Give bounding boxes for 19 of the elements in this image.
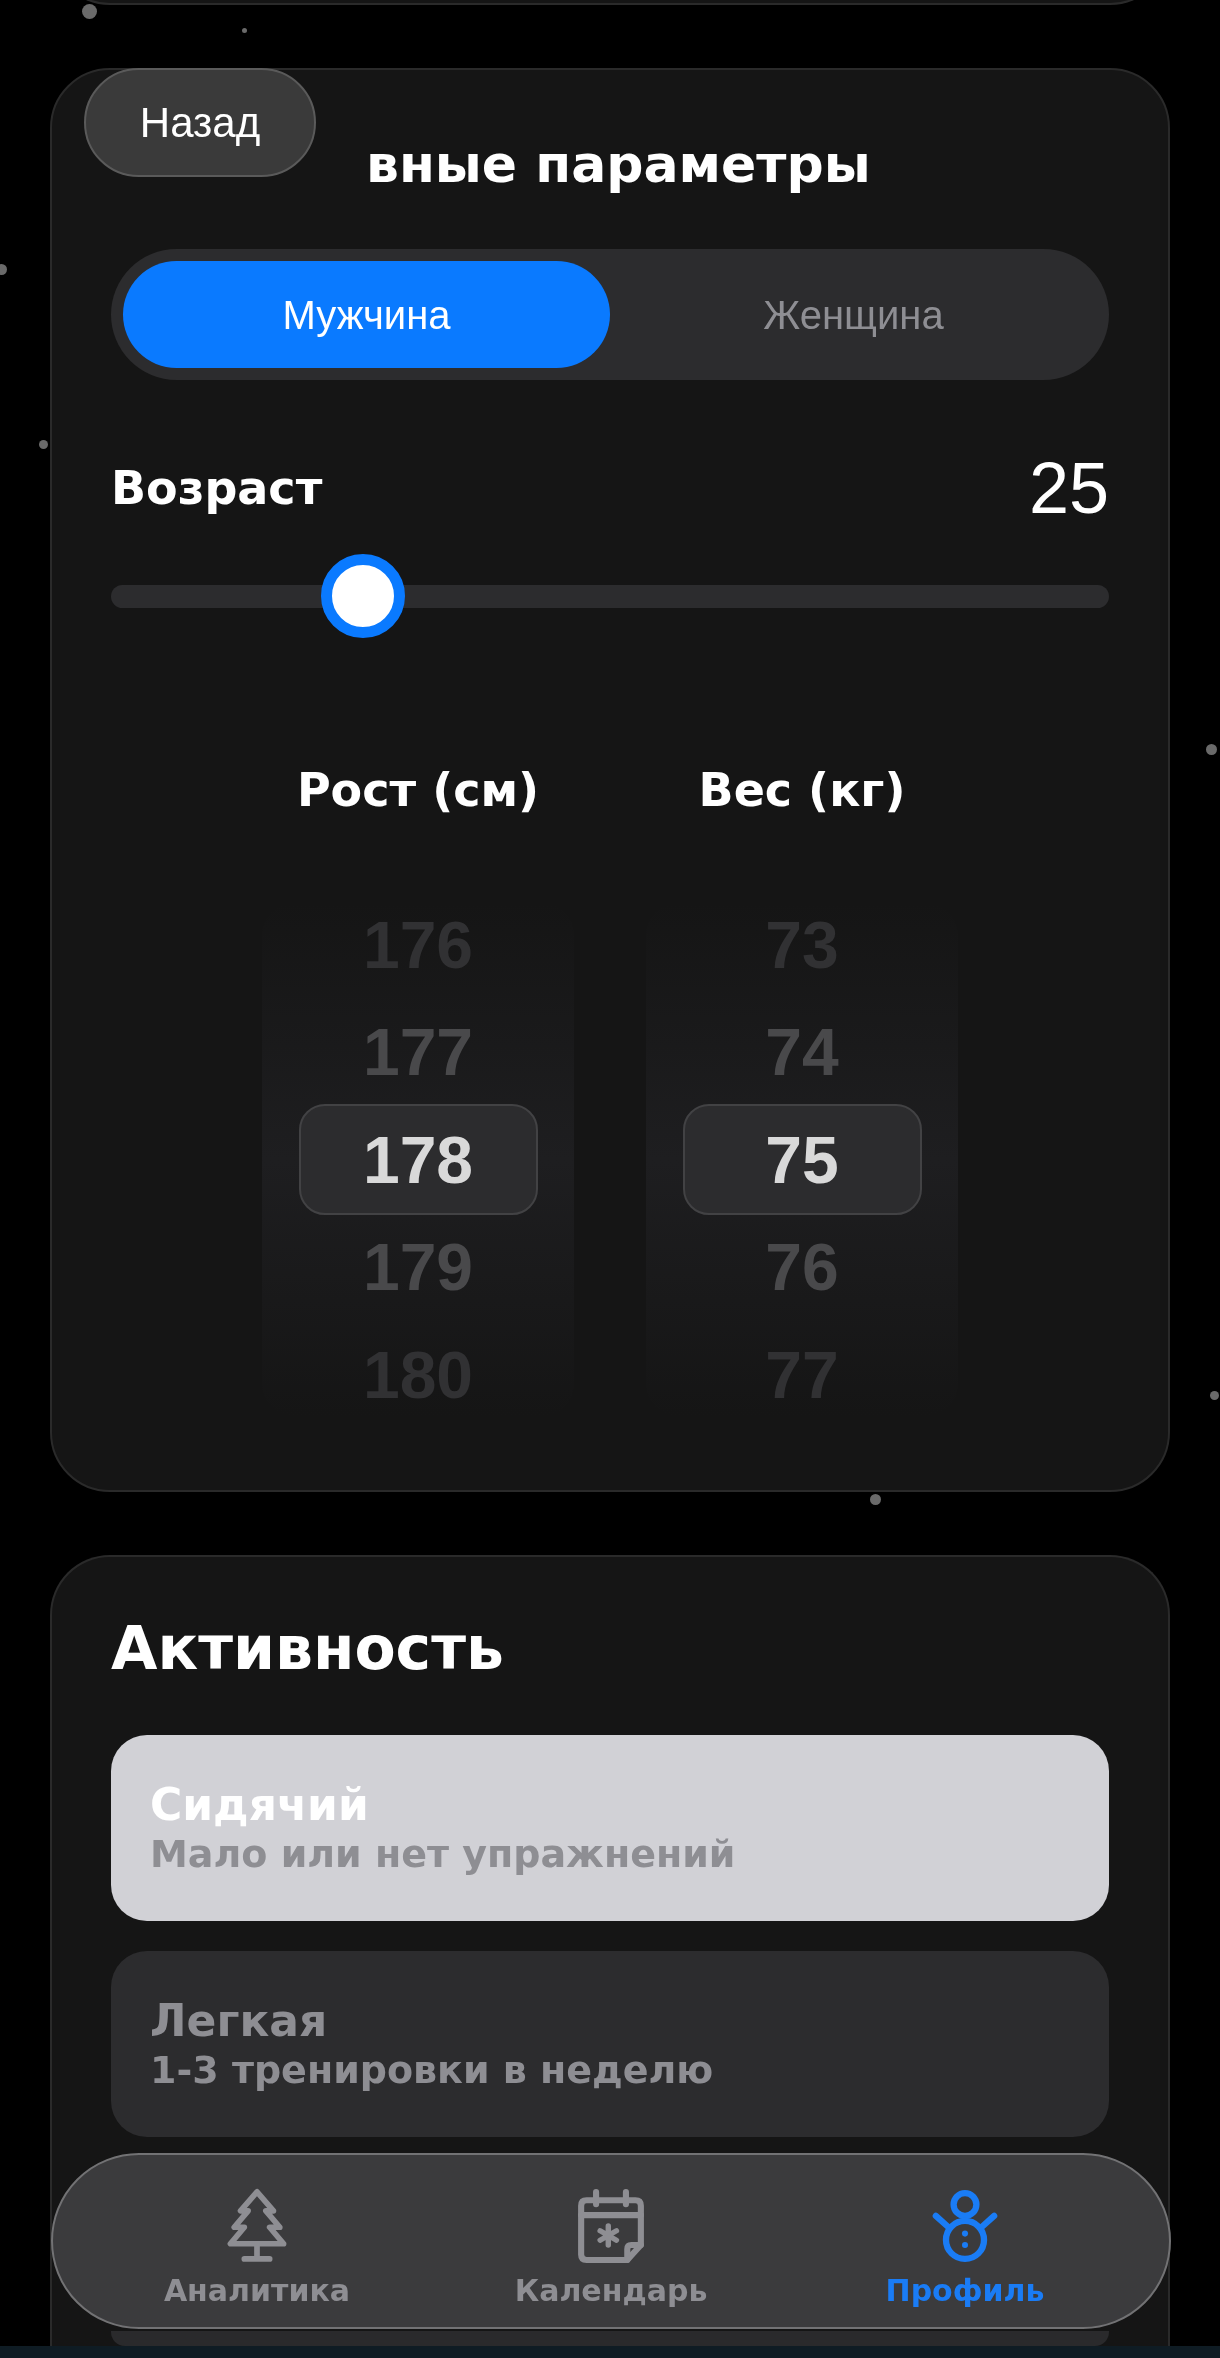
- back-button[interactable]: Назад: [84, 68, 316, 177]
- activity-option[interactable]: Легкая 1-3 тренировки в неделю: [111, 1951, 1109, 2137]
- card-title: Активность: [111, 1613, 504, 1683]
- picker-selected-value[interactable]: 75: [682, 1104, 922, 1215]
- nav-tab[interactable]: Аналитика: [163, 2188, 351, 2310]
- picker-label: Вес (кг): [698, 762, 906, 818]
- picker-selected-value[interactable]: 178: [298, 1104, 538, 1215]
- nav-tab[interactable]: Календарь: [514, 2188, 708, 2310]
- card-title: вные параметры: [366, 134, 871, 194]
- age-slider-track[interactable]: [111, 554, 1109, 638]
- gender-option[interactable]: Женщина: [610, 261, 1097, 368]
- nav-tab[interactable]: Профиль: [885, 2188, 1045, 2310]
- option-description: 1-3 тренировки в неделю: [150, 2047, 714, 2093]
- age-label: Возраст: [111, 460, 323, 516]
- option-title: Легкая: [150, 1995, 328, 2047]
- picker-label: Рост (см): [296, 762, 540, 818]
- option-description: Мало или нет упражнений: [150, 1831, 736, 1877]
- gender-option[interactable]: Мужчина: [123, 261, 610, 368]
- age-value: 25: [1028, 448, 1109, 528]
